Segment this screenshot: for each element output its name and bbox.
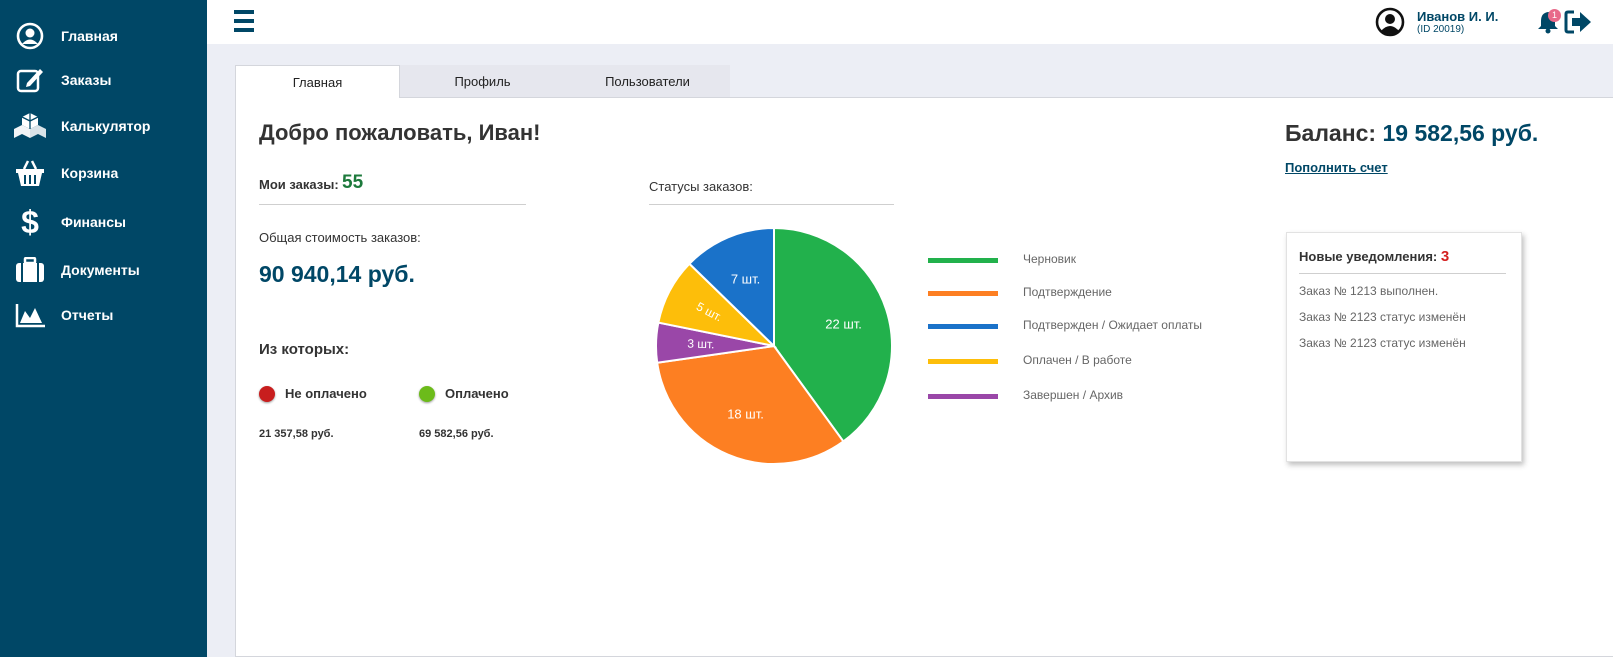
legend-swatch — [928, 291, 998, 296]
dollar-icon: $ — [21, 204, 39, 240]
balance-value: 19 582,56 руб. — [1382, 120, 1539, 146]
pie-slice-label: 7 шт. — [731, 272, 760, 287]
notification-item[interactable]: Заказ № 2123 статус изменён — [1299, 310, 1466, 324]
orders-count: 55 — [342, 172, 364, 193]
notifications-title: Новые уведомления: 3 — [1299, 248, 1449, 265]
paid-sum: 69 582,56 руб. — [419, 428, 494, 440]
legend-swatch — [928, 394, 998, 399]
total-value: 90 940,14 руб. — [259, 261, 415, 287]
status-pie-chart: 22 шт.18 шт.3 шт.5 шт.7 шт. — [655, 226, 893, 465]
legend-label: Черновик — [1023, 252, 1076, 266]
sidebar-item-label: Документы — [61, 262, 140, 278]
sidebar-item-orders[interactable]: Заказы — [0, 60, 207, 100]
notifications-box: Новые уведомления: 3 Заказ № 1213 выполн… — [1286, 232, 1522, 462]
sidebar-item-reports[interactable]: Отчеты — [0, 295, 207, 335]
top-bar: Иванов И. И. (ID 20019) 1 — [207, 0, 1613, 44]
unpaid-dot-icon — [259, 386, 275, 402]
area-chart-icon — [14, 299, 46, 331]
user-id: (ID 20019) — [1417, 24, 1465, 35]
sidebar-item-label: Калькулятор — [61, 118, 151, 134]
total-label: Общая стоимость заказов: — [259, 230, 421, 245]
paid-label: Оплачено — [445, 386, 509, 401]
sidebar-item-label: Корзина — [61, 165, 119, 181]
notification-badge: 1 — [1548, 9, 1561, 22]
pie-slice-label: 18 шт. — [727, 406, 764, 421]
balance-line: Баланс: 19 582,56 руб. — [1285, 120, 1538, 147]
sidebar-item-label: Заказы — [61, 72, 112, 88]
chart-title: Статусы заказов: — [649, 179, 753, 194]
user-name[interactable]: Иванов И. И. — [1417, 9, 1498, 24]
balance-label: Баланс: — [1285, 120, 1377, 146]
notification-item[interactable]: Заказ № 1213 выполнен. — [1299, 284, 1438, 298]
legend-label: Подтвержден / Ожидает оплаты — [1023, 318, 1203, 332]
tab-home[interactable]: Главная — [235, 65, 400, 98]
pie-slice-label: 3 шт. — [687, 337, 715, 352]
divider — [259, 204, 526, 205]
legend-swatch — [928, 359, 998, 364]
user-circle-icon — [14, 20, 46, 52]
legend-label: Подтверждение — [1023, 285, 1112, 299]
divider — [1299, 273, 1506, 274]
sidebar-item-home[interactable]: Главная — [0, 16, 207, 56]
legend-swatch — [928, 324, 998, 329]
paid-dot-icon — [419, 386, 435, 402]
unpaid-sum: 21 357,58 руб. — [259, 428, 334, 440]
sidebar-item-label: Финансы — [61, 214, 126, 230]
pie-slice-label: 22 шт. — [825, 316, 862, 331]
briefcase-icon — [14, 254, 46, 286]
legend-label: Завершен / Архив — [1023, 388, 1124, 402]
orders-label: Мои заказы: — [259, 177, 339, 192]
topup-link[interactable]: Пополнить счет — [1285, 160, 1388, 175]
unpaid-label: Не оплачено — [285, 386, 367, 401]
sidebar-item-finance[interactable]: $ Финансы — [0, 202, 207, 242]
sidebar-item-label: Главная — [61, 28, 118, 44]
legend-label: Оплачен / В работе — [1023, 353, 1132, 367]
legend-swatch — [928, 258, 998, 263]
tab-users[interactable]: Пользователи — [565, 65, 730, 98]
sidebar: Главная Заказы Калькулятор Корзина $ Фин… — [0, 0, 207, 657]
avatar[interactable] — [1375, 7, 1405, 37]
notifications-title-label: Новые уведомления: — [1299, 249, 1438, 264]
edit-icon — [14, 64, 46, 96]
sidebar-item-cart[interactable]: Корзина — [0, 153, 207, 193]
sidebar-item-documents[interactable]: Документы — [0, 250, 207, 290]
menu-toggle-icon[interactable] — [234, 10, 254, 32]
sidebar-item-label: Отчеты — [61, 307, 114, 323]
notification-item[interactable]: Заказ № 2123 статус изменён — [1299, 336, 1466, 350]
sidebar-item-calculator[interactable]: Калькулятор — [0, 106, 207, 146]
basket-icon — [14, 157, 46, 189]
logout-icon[interactable] — [1564, 9, 1592, 35]
divider — [649, 204, 894, 205]
page-title: Добро пожаловать, Иван! — [259, 120, 541, 145]
notifications-count: 3 — [1440, 248, 1450, 265]
cubes-icon — [14, 110, 46, 142]
tab-profile[interactable]: Профиль — [400, 65, 565, 98]
of-which-label: Из которых: — [259, 341, 350, 358]
